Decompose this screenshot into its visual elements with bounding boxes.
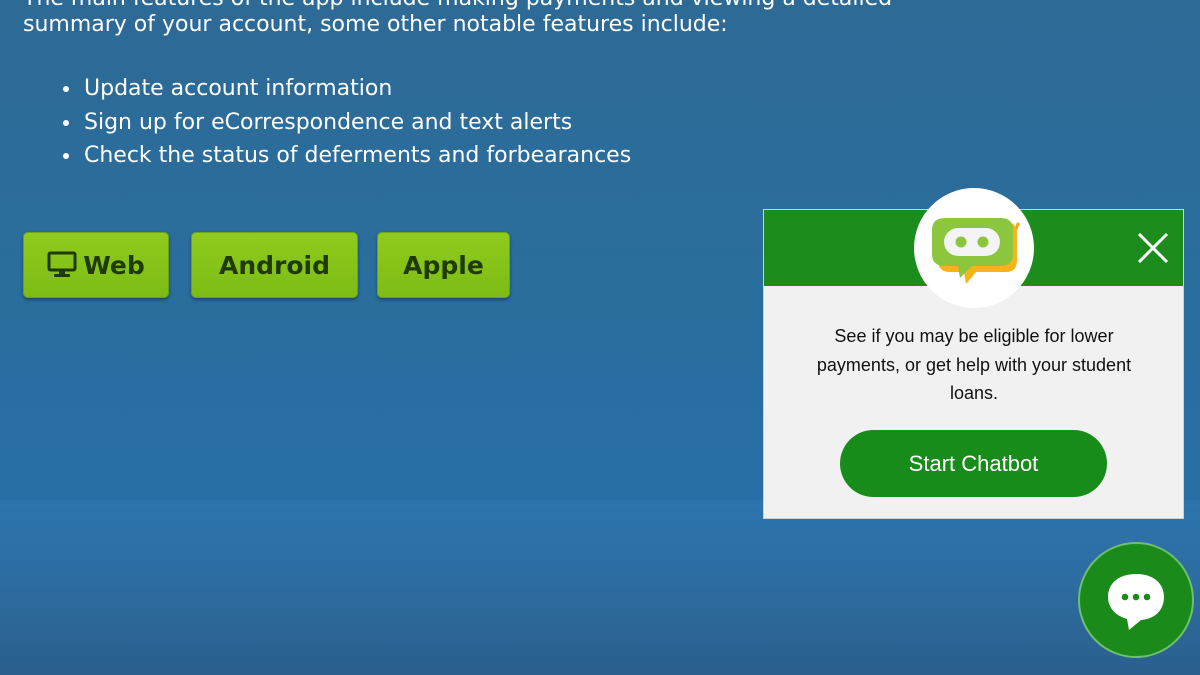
intro-text: summary of your account, some other nota… [23,12,728,37]
android-button[interactable]: Android [191,232,358,298]
feature-list: Update account information Sign up for e… [38,72,631,173]
feature-item: Sign up for eCorrespondence and text ale… [82,106,631,140]
close-icon[interactable] [1135,230,1171,266]
apple-button-label: Apple [403,250,484,280]
chat-launcher-button[interactable] [1078,542,1194,658]
monitor-icon [47,251,77,279]
feature-item: Update account information [82,72,631,106]
web-button[interactable]: Web [23,232,169,298]
start-chatbot-button[interactable]: Start Chatbot [840,430,1107,497]
chatbot-robot-icon [932,218,1020,284]
chatbot-avatar [914,188,1034,308]
chatbot-message: See if you may be eligible for lower pay… [816,326,1132,403]
feature-item: Check the status of deferments and forbe… [82,139,631,173]
android-button-label: Android [218,250,330,280]
chat-bubble-icon [1108,574,1164,630]
web-button-label: Web [83,250,145,280]
chatbot-popup: See if you may be eligible for lower pay… [763,188,1184,519]
apple-button[interactable]: Apple [377,232,510,298]
